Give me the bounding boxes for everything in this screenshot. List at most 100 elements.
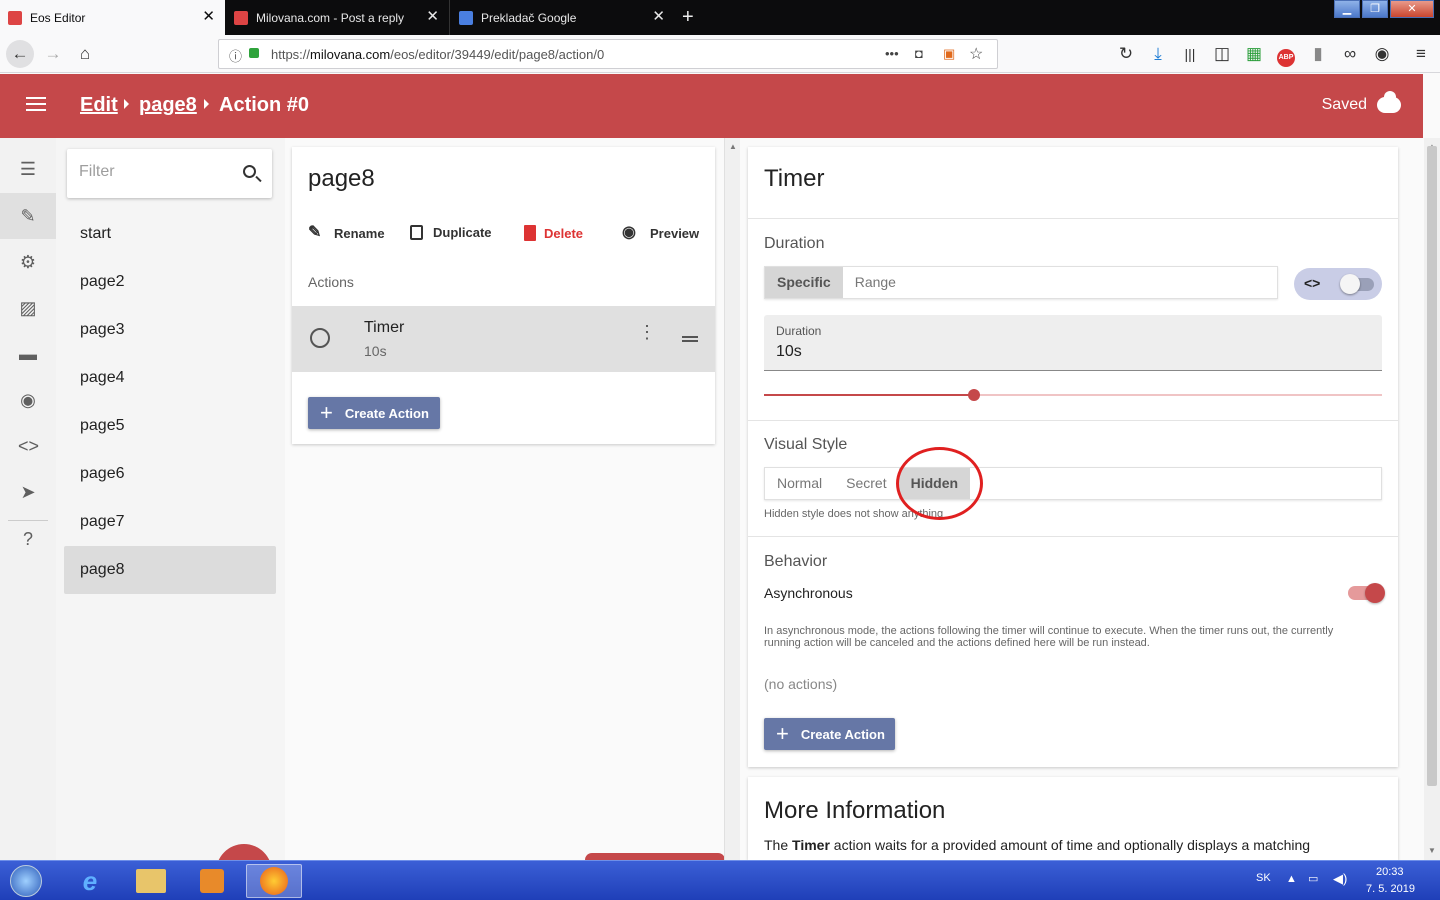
adblock-icon[interactable]: ABP	[1275, 43, 1297, 67]
tab-google-translate[interactable]: Prekladač Google ✕	[451, 0, 675, 35]
duration-field[interactable]: Duration 10s	[764, 315, 1382, 371]
rail-edit[interactable]: ✎	[0, 193, 56, 239]
library-icon[interactable]: |||	[1179, 43, 1201, 65]
url-path: /eos/editor/39449/edit/page8/action/0	[390, 46, 605, 62]
reload-icon[interactable]: ↻	[1115, 43, 1137, 65]
style-secret-button[interactable]: Secret	[834, 468, 898, 499]
rename-button[interactable]: ✎ Rename	[308, 225, 385, 241]
async-switch[interactable]	[1348, 583, 1385, 603]
page-item-start[interactable]: start	[64, 210, 276, 258]
minimize-icon[interactable]: ▁	[1334, 0, 1360, 18]
page-item-page5[interactable]: page5	[64, 402, 276, 450]
delete-button[interactable]: Delete	[524, 225, 583, 241]
download-icon[interactable]: ⤓	[1147, 43, 1169, 65]
duration-slider[interactable]	[764, 389, 1382, 401]
rail-preview[interactable]: ◉	[0, 377, 56, 423]
start-button[interactable]	[0, 864, 52, 898]
network-icon[interactable]: ▭	[1308, 872, 1318, 885]
help-icon: ?	[22, 529, 33, 549]
language-indicator[interactable]: SK	[1256, 872, 1271, 884]
page-actions-icon[interactable]: •••	[885, 46, 899, 61]
maximize-icon[interactable]: ❐	[1362, 0, 1388, 18]
rail-files[interactable]: ▬	[0, 331, 56, 377]
page-item-page8[interactable]: page8	[64, 546, 276, 594]
filter-input[interactable]	[79, 163, 229, 181]
drag-handle-icon[interactable]	[682, 336, 698, 342]
taskbar-explorer[interactable]	[123, 864, 179, 898]
addon-icon[interactable]: ▦	[1243, 43, 1265, 65]
style-normal-button[interactable]: Normal	[765, 468, 834, 499]
breadcrumb-edit[interactable]: Edit	[80, 94, 118, 117]
folder-icon: ▬	[19, 344, 37, 364]
tab-milovana[interactable]: Milovana.com - Post a reply ✕	[226, 0, 450, 35]
tab-title: Eos Editor	[30, 10, 86, 25]
menu-icon[interactable]	[26, 97, 46, 115]
panel-scrollbar[interactable]: ▲	[724, 138, 740, 860]
close-tab-icon[interactable]: ✕	[652, 9, 665, 24]
page-item-page7[interactable]: page7	[64, 498, 276, 546]
rail-settings[interactable]: ⚙	[0, 239, 56, 285]
scroll-up-icon[interactable]: ▲	[729, 142, 737, 151]
page-item-page4[interactable]: page4	[64, 354, 276, 402]
scroll-thumb[interactable]	[1427, 146, 1437, 786]
close-tab-icon[interactable]: ✕	[202, 9, 215, 24]
create-action-button[interactable]: + Create Action	[308, 397, 440, 429]
breadcrumb-page[interactable]: page8	[139, 94, 197, 117]
back-arrow-icon[interactable]: ←	[6, 40, 34, 68]
tab-favicon-icon	[234, 10, 248, 25]
forward-arrow-icon[interactable]: →	[42, 43, 64, 65]
mode-range-button[interactable]: Range	[843, 267, 908, 298]
slider-knob[interactable]	[968, 389, 981, 401]
info-icon[interactable]: ⓘ	[229, 46, 242, 65]
hamburger-menu-icon[interactable]: ≡	[1410, 43, 1432, 65]
copy-icon	[410, 225, 423, 240]
close-tab-icon[interactable]: ✕	[426, 9, 439, 24]
code-icon: <>	[1304, 275, 1321, 291]
rail-pages[interactable]: ☰	[0, 146, 56, 192]
url-bar[interactable]: ⓘ https://milovana.com/eos/editor/39449/…	[218, 39, 998, 69]
tray-expand-icon[interactable]: ▲	[1286, 873, 1297, 885]
page-list: start page2 page3 page4 page5 page6 page…	[56, 138, 285, 884]
send-icon: ➤	[20, 482, 36, 502]
sidebar-icon[interactable]: ◫	[1211, 43, 1233, 65]
clock-time[interactable]: 20:33	[1376, 866, 1404, 878]
page-item-page3[interactable]: page3	[64, 306, 276, 354]
browser-tab-bar: Eos Editor ✕ Milovana.com - Post a reply…	[0, 0, 1440, 35]
rail-publish[interactable]: ➤	[0, 469, 56, 515]
taskbar-firefox[interactable]	[246, 864, 302, 898]
create-async-action-button[interactable]: + Create Action	[764, 718, 895, 750]
ghost-icon[interactable]: ◉	[1371, 43, 1393, 65]
new-tab-icon[interactable]: +	[682, 6, 694, 29]
taskbar-media-player[interactable]	[184, 864, 240, 898]
close-window-icon[interactable]: ✕	[1390, 0, 1434, 18]
mode-specific-button[interactable]: Specific	[765, 267, 843, 298]
clock-date[interactable]: 7. 5. 2019	[1366, 883, 1415, 895]
rail-code[interactable]: <>	[0, 423, 56, 469]
page-scrollbar[interactable]: ▲ ▼	[1424, 138, 1440, 860]
tab-eos-editor[interactable]: Eos Editor ✕	[0, 0, 225, 35]
rail-help[interactable]: ?	[0, 516, 56, 562]
more-vert-icon[interactable]: ⋮	[638, 323, 656, 341]
volume-icon[interactable]: ◀)	[1333, 871, 1347, 887]
search-icon[interactable]	[243, 165, 256, 178]
addon-gray-icon[interactable]: ▮	[1307, 43, 1329, 65]
page-item-page2[interactable]: page2	[64, 258, 276, 306]
more-info-text-pre: The	[764, 837, 793, 853]
action-row-timer[interactable]: Timer 10s ⋮	[292, 306, 715, 372]
duplicate-button[interactable]: Duplicate	[410, 225, 492, 240]
preview-button[interactable]: ◉ Preview	[622, 225, 699, 241]
bookmark-star-icon[interactable]: ☆	[969, 44, 983, 64]
extension-icon[interactable]: ▣	[943, 46, 955, 62]
rename-label: Rename	[334, 225, 385, 241]
bottom-action-button[interactable]	[585, 853, 725, 860]
home-icon[interactable]: ⌂	[74, 43, 96, 65]
taskbar-ie[interactable]: e	[62, 864, 118, 898]
pocket-icon[interactable]: ◘	[915, 46, 923, 61]
page-item-page6[interactable]: page6	[64, 450, 276, 498]
code-mode-toggle[interactable]: <>	[1294, 268, 1382, 300]
scroll-down-icon[interactable]: ▼	[1428, 846, 1436, 855]
create-action-label: Create Action	[800, 726, 885, 742]
rail-gallery[interactable]: ▨	[0, 285, 56, 331]
more-info-text-bold: Timer	[792, 837, 830, 853]
mask-icon[interactable]: ∞	[1339, 43, 1361, 65]
